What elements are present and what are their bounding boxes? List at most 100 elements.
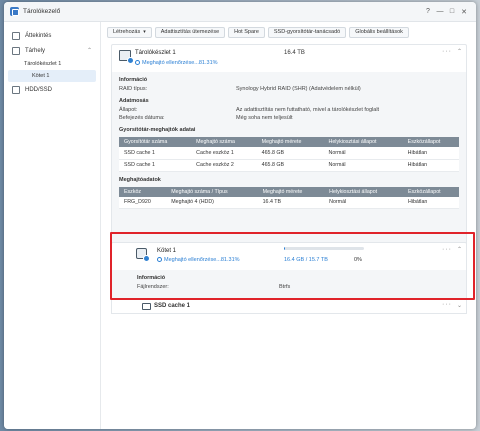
chevron-up-icon[interactable]: ⌃ bbox=[457, 48, 462, 55]
column-header: Eszközállapot bbox=[402, 137, 459, 147]
volume-header[interactable]: Kötet 1 Meghajtó ellenőrzése...81.31% 16… bbox=[112, 243, 466, 267]
sidebar-item-hdd-ssd[interactable]: HDD/SSD bbox=[4, 82, 100, 97]
table-cell: Hibátlan bbox=[402, 147, 459, 160]
sidebar-item-storage-pool-1[interactable]: Tárolókészlet 1 bbox=[4, 58, 100, 70]
more-options-icon[interactable]: ··· bbox=[442, 48, 452, 55]
sidebar-item-label: Tárolókészlet 1 bbox=[24, 61, 62, 67]
create-button-label: Létrehozás bbox=[113, 29, 141, 35]
raid-type-label: RAID típus: bbox=[119, 86, 148, 92]
table-cell: Normál bbox=[323, 147, 403, 160]
raid-type-value: Synology Hybrid RAID (SHR) (Adatvédelem … bbox=[236, 86, 361, 92]
volume-card: Kötet 1 Meghajtó ellenőrzése...81.31% 16… bbox=[111, 242, 467, 304]
sidebar-item-label: Tárhely bbox=[25, 47, 46, 54]
sidebar-item-label: Áttekintés bbox=[25, 32, 52, 39]
help-button[interactable]: ? bbox=[422, 8, 434, 15]
column-header: Eszköz bbox=[119, 186, 167, 197]
status-badge-icon bbox=[143, 255, 150, 262]
volume-icon bbox=[136, 248, 150, 262]
table-cell: Hibátlan bbox=[402, 159, 459, 172]
table-row[interactable]: SSD cache 1 Cache eszköz 1 465.8 GB Norm… bbox=[119, 147, 459, 160]
table-cell: FRG_D920 bbox=[119, 196, 167, 209]
toolbar: Létrehozás ▾ Adattisztítás ütemezése Hot… bbox=[102, 22, 476, 42]
minimize-button[interactable]: — bbox=[434, 8, 446, 15]
cache-drives-table: Gyorsítótár száma Meghajtó száma Meghajt… bbox=[119, 137, 459, 172]
maximize-button[interactable]: □ bbox=[446, 8, 458, 15]
hot-spare-button[interactable]: Hot Spare bbox=[228, 26, 265, 38]
storage-pool-name: Tárolókészlet 1 bbox=[135, 50, 176, 56]
table-cell: Normál bbox=[323, 159, 403, 172]
sidebar-item-storage[interactable]: Tárhely ⌃ bbox=[4, 43, 100, 58]
create-button[interactable]: Létrehozás ▾ bbox=[107, 26, 152, 38]
volume-status: Meghajtó ellenőrzése...81.31% bbox=[157, 257, 240, 263]
window-title: Tárolókezelő bbox=[23, 8, 61, 15]
volume-name: Kötet 1 bbox=[157, 248, 177, 254]
progress-ring-icon bbox=[135, 60, 140, 65]
sidebar-item-label: HDD/SSD bbox=[25, 86, 53, 93]
ssd-cache-icon bbox=[142, 303, 151, 310]
table-row[interactable]: FRG_D920 Meghajtó 4 (HDD) 16.4 TB Normál… bbox=[119, 196, 459, 209]
table-cell: 465.8 GB bbox=[256, 147, 324, 160]
column-header: Helykiosztási állapot bbox=[324, 186, 403, 197]
global-settings-button[interactable]: Globális beállítások bbox=[349, 26, 409, 38]
storage-pool-status: Meghajtó ellenőrzése...81.31% bbox=[135, 60, 218, 66]
chevron-down-icon[interactable]: ⌄ bbox=[457, 302, 462, 309]
table-cell: Cache eszköz 1 bbox=[191, 147, 257, 160]
hdd-icon bbox=[12, 85, 20, 94]
volume-usage-bar bbox=[284, 247, 364, 250]
more-options-icon[interactable]: ··· bbox=[442, 301, 452, 308]
scrub-section-title: Adatmosás bbox=[119, 98, 149, 104]
column-header: Gyorsítótár száma bbox=[119, 137, 192, 147]
table-cell: Normál bbox=[324, 196, 403, 209]
column-header: Helykiosztási állapot bbox=[323, 137, 403, 147]
table-cell: 16.4 TB bbox=[257, 196, 325, 209]
cache-section-title: Gyorsítótár-meghajtók adatai bbox=[119, 127, 196, 133]
table-cell: SSD cache 1 bbox=[119, 159, 192, 172]
filesystem-value: Btrfs bbox=[279, 284, 291, 290]
volume-info-title: Információ bbox=[137, 275, 166, 281]
filesystem-row: Fájlrendszer: Btrfs bbox=[137, 283, 441, 291]
volume-usage-text: 16.4 GB / 15.7 TB bbox=[284, 257, 328, 263]
table-cell: Cache eszköz 2 bbox=[191, 159, 257, 172]
scrub-state-value: Az adattisztítás nem futtatható, mivel a… bbox=[236, 107, 380, 113]
volume-details: Információ Fájlrendszer: Btrfs bbox=[112, 270, 466, 303]
chevron-up-icon[interactable]: ⌃ bbox=[457, 246, 462, 253]
table-header-row: Gyorsítótár száma Meghajtó száma Meghajt… bbox=[119, 137, 459, 147]
table-header-row: Eszköz Meghajtó száma / Típus Meghajtó m… bbox=[119, 186, 459, 197]
chevron-up-icon[interactable]: ⌃ bbox=[87, 47, 92, 54]
column-header: Meghajtó mérete bbox=[257, 186, 325, 197]
volume-usage-percent: 0% bbox=[354, 257, 362, 263]
storage-pool-card: Tárolókészlet 1 Meghajtó ellenőrzése...8… bbox=[111, 44, 467, 247]
sidebar-item-label: Kötet 1 bbox=[32, 73, 50, 79]
storage-icon bbox=[12, 46, 20, 55]
close-button[interactable]: ✕ bbox=[458, 8, 470, 16]
storage-manager-icon bbox=[10, 7, 19, 16]
scrub-finished-row: Befejezés dátuma: Még soha nem teljesült bbox=[119, 114, 459, 122]
storage-pool-details: Információ RAID típus: Synology Hybrid R… bbox=[112, 72, 466, 246]
column-header: Meghajtó száma / Típus bbox=[166, 186, 258, 197]
column-header: Meghajtó száma bbox=[191, 137, 257, 147]
table-row[interactable]: SSD cache 1 Cache eszköz 2 465.8 GB Norm… bbox=[119, 159, 459, 172]
sidebar-item-volume-1[interactable]: Kötet 1 bbox=[8, 70, 96, 82]
ssd-cache-name: SSD cache 1 bbox=[154, 303, 191, 309]
scrub-finished-label: Befejezés dátuma: bbox=[119, 115, 165, 121]
ssd-advisor-button[interactable]: SSD-gyorsítótár-tanácsadó bbox=[267, 26, 347, 38]
more-options-icon[interactable]: ··· bbox=[442, 246, 452, 253]
status-badge-icon bbox=[127, 57, 134, 64]
storage-pool-icon bbox=[119, 50, 134, 64]
sidebar-item-overview[interactable]: Áttekintés bbox=[4, 28, 100, 43]
column-header: Eszközállapot bbox=[402, 186, 459, 197]
main-content: Létrehozás ▾ Adattisztítás ütemezése Hot… bbox=[102, 22, 476, 429]
table-cell: 465.8 GB bbox=[256, 159, 324, 172]
title-bar: Tárolókezelő ? — □ ✕ bbox=[4, 2, 476, 22]
scrub-state-label: Állapot: bbox=[119, 107, 138, 113]
column-header: Meghajtó mérete bbox=[256, 137, 324, 147]
info-section-title: Információ bbox=[119, 77, 148, 83]
ssd-cache-card[interactable]: SSD cache 1 ··· ⌄ bbox=[111, 300, 467, 314]
scrub-schedule-button[interactable]: Adattisztítás ütemezése bbox=[154, 26, 226, 38]
volume-status-text: Meghajtó ellenőrzése...81.31% bbox=[164, 257, 240, 263]
storage-manager-window: Tárolókezelő ? — □ ✕ Áttekintés Tárhely … bbox=[4, 2, 476, 429]
storage-pool-header[interactable]: Tárolókészlet 1 Meghajtó ellenőrzése...8… bbox=[112, 45, 466, 69]
raid-type-row: RAID típus: Synology Hybrid RAID (SHR) (… bbox=[119, 85, 459, 93]
scrub-finished-value: Még soha nem teljesült bbox=[236, 115, 293, 121]
filesystem-label: Fájlrendszer: bbox=[137, 284, 169, 290]
